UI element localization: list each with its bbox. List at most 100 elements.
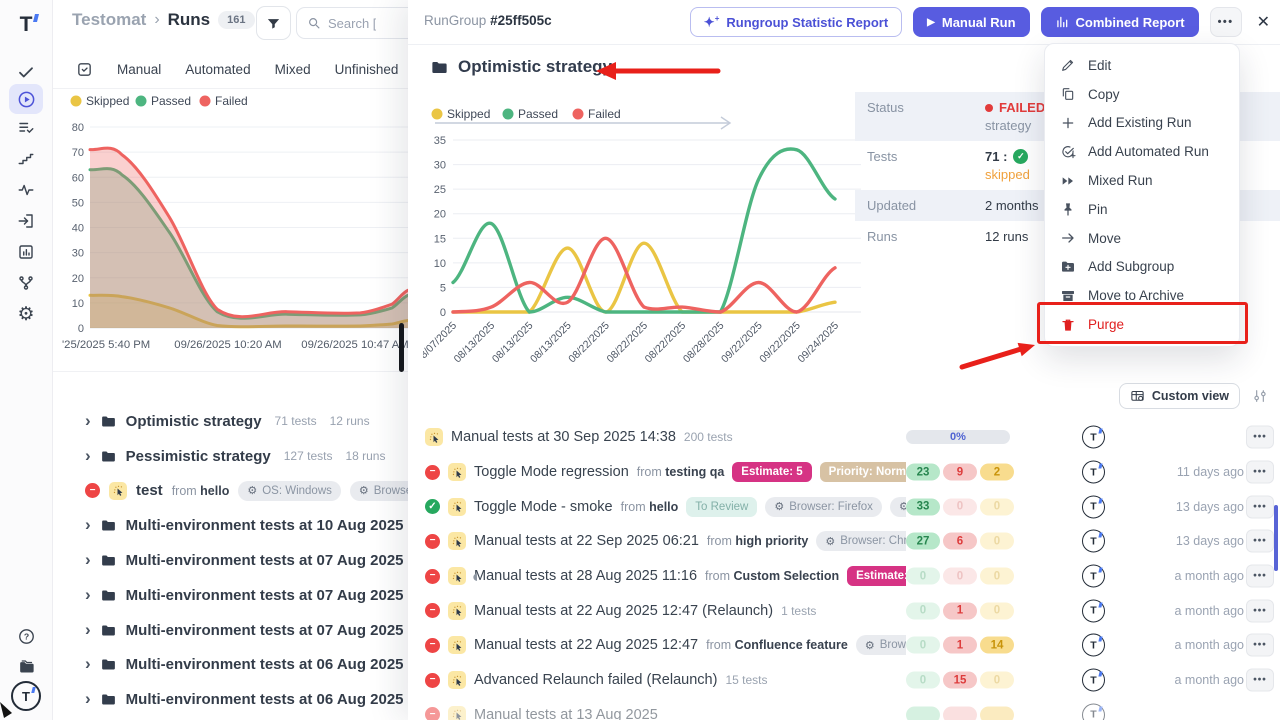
legend-dot-skipped <box>432 109 443 120</box>
combined-report-button[interactable]: Combined Report <box>1041 7 1199 37</box>
close-icon[interactable]: ✕ <box>1257 12 1270 32</box>
chevron-right-icon[interactable]: › <box>85 621 91 638</box>
run-row-main: ✓Toggle Mode - smokefrom helloTo Review⚙… <box>425 497 906 517</box>
run-row-main: −Toggle Mode regressionfrom testing qaEs… <box>425 462 906 482</box>
branches-icon[interactable] <box>9 269 43 297</box>
folder-row[interactable]: ›Multi-environment tests at 07 Aug 2025 … <box>52 613 408 648</box>
folder-row[interactable]: ›Pessimistic strategy127 tests18 runs <box>52 439 408 474</box>
tab-automated[interactable]: Automated <box>185 62 250 77</box>
menu-item-mixed-run[interactable]: Mixed Run <box>1045 166 1239 195</box>
y-tick-label: 60 <box>72 172 84 184</box>
count-pill-r: 15 <box>943 672 977 689</box>
steps-icon[interactable] <box>9 145 43 173</box>
folder-label: Multi-environment tests at 07 Aug 2025 1… <box>126 587 408 604</box>
chevron-right-icon[interactable]: › <box>85 655 91 672</box>
row-menu-button[interactable]: ••• <box>1246 565 1274 588</box>
manual-run-button[interactable]: ▶ Manual Run <box>913 7 1029 37</box>
tab-unfinished[interactable]: Unfinished <box>335 62 399 77</box>
chevron-right-icon[interactable]: › <box>85 551 91 568</box>
time-ago: a month ago <box>1175 673 1245 687</box>
run-row[interactable]: −Manual tests at 28 Aug 2025 11:16from C… <box>425 559 1274 594</box>
folder-row[interactable]: −testfrom hello⚙OS: Windows⚙Browser: Chr… <box>52 474 408 509</box>
run-row[interactable]: ◐Manual tests at 30 Sep 2025 14:38200 te… <box>425 420 1274 455</box>
legend-label: Failed <box>215 94 248 108</box>
settings-gear-icon[interactable]: ⚙ <box>9 300 43 328</box>
chevron-right-icon[interactable]: › <box>85 447 91 464</box>
menu-item-move[interactable]: Move <box>1045 224 1239 253</box>
more-options-button[interactable]: ••• <box>1210 7 1242 37</box>
row-menu-button[interactable]: ••• <box>1246 461 1274 484</box>
run-row-side: 0150Ta month ago••• <box>906 663 1274 698</box>
select-runs-icon[interactable] <box>76 61 93 78</box>
menu-item-edit[interactable]: Edit <box>1045 51 1239 80</box>
avatar: T <box>1082 565 1105 588</box>
import-icon[interactable] <box>9 207 43 235</box>
menu-item-move-to-archive[interactable]: Move to Archive <box>1045 281 1239 310</box>
chevron-right-icon[interactable]: › <box>85 412 91 429</box>
info-label: Runs <box>867 229 985 244</box>
count-pill-r: 1 <box>943 602 977 619</box>
row-menu-button[interactable]: ••• <box>1246 495 1274 518</box>
folder-row[interactable]: ›Optimistic strategy71 tests12 runs <box>52 404 408 439</box>
tab-mixed[interactable]: Mixed <box>275 62 311 77</box>
status-passed-icon: ✓ <box>425 499 440 514</box>
tab-manual[interactable]: Manual <box>117 62 161 77</box>
badge-env: ⚙Browser: Chrome <box>350 481 408 501</box>
menu-item-copy[interactable]: Copy <box>1045 80 1239 109</box>
menu-item-add-subgroup[interactable]: Add Subgroup <box>1045 253 1239 282</box>
tasks-check-icon[interactable] <box>9 58 43 86</box>
panel-scrollbar-thumb[interactable] <box>1274 505 1278 571</box>
y-tick-label: 10 <box>434 258 446 270</box>
manual-test-icon <box>448 532 466 550</box>
menu-item-purge[interactable]: Purge <box>1045 310 1239 339</box>
row-menu-button[interactable]: ••• <box>1246 599 1274 622</box>
folder-row[interactable]: › Multi-environment tests at 07 Aug 2025 … <box>52 578 408 613</box>
chevron-right-icon[interactable]: › <box>85 586 91 603</box>
menu-item-pin[interactable]: Pin <box>1045 195 1239 224</box>
status-failed-icon: − <box>425 534 440 549</box>
run-row[interactable]: −Manual tests at 22 Aug 2025 12:47from C… <box>425 628 1274 663</box>
menu-item-add-existing-run[interactable]: Add Existing Run <box>1045 109 1239 138</box>
count-pill-g <box>906 706 940 720</box>
row-menu-button[interactable]: ••• <box>1246 634 1274 657</box>
folder-label: Multi-environment tests at 06 Aug 2025 1… <box>126 691 408 708</box>
projects-folders-icon[interactable] <box>9 652 43 680</box>
sidebar: T ⚙ ? T <box>0 0 53 720</box>
run-row[interactable]: −Advanced Relaunch failed (Relaunch)15 t… <box>425 663 1274 698</box>
rungroup-statistic-report-button[interactable]: ✦+ Rungroup Statistic Report <box>690 7 902 37</box>
run-row[interactable]: −Manual tests at 22 Sep 2025 06:21from h… <box>425 524 1274 559</box>
report-chart-icon[interactable] <box>9 238 43 266</box>
sliders-icon[interactable] <box>1252 388 1268 404</box>
menu-item-add-automated-run[interactable]: Add Automated Run <box>1045 137 1239 166</box>
row-menu-button[interactable]: ••• <box>1246 530 1274 553</box>
search-input[interactable]: Search [ ✕ <box>296 7 408 39</box>
pulse-icon[interactable] <box>9 176 43 204</box>
page-scrollbar-thumb[interactable] <box>399 323 404 372</box>
gear-icon: ⚙ <box>899 500 906 513</box>
runs-play-icon[interactable] <box>9 84 43 114</box>
row-menu-button[interactable]: ••• <box>1246 426 1274 449</box>
folder-icon <box>100 517 117 534</box>
row-menu-button[interactable]: ••• <box>1246 669 1274 692</box>
run-row[interactable]: −Toggle Mode regressionfrom testing qaEs… <box>425 455 1274 490</box>
badge-env: ⚙OS: Windows <box>238 481 341 501</box>
breadcrumb-app[interactable]: Testomat <box>72 10 146 30</box>
custom-view-button[interactable]: Custom view <box>1119 383 1240 409</box>
folder-row[interactable]: ›Multi-environment tests at 10 Aug 2025 … <box>52 508 408 543</box>
run-row[interactable]: ✓Toggle Mode - smokefrom helloTo Review⚙… <box>425 489 1274 524</box>
test-list-icon[interactable] <box>9 114 43 142</box>
y-tick-label: 10 <box>72 298 84 310</box>
chevron-right-icon[interactable]: › <box>85 690 91 707</box>
folder-row[interactable]: ›Multi-environment tests at 07 Aug 2025 … <box>52 543 408 578</box>
help-icon[interactable]: ? <box>9 622 43 650</box>
run-row[interactable]: −Manual tests at 13 Aug 2025T <box>425 698 1274 720</box>
chevron-right-icon[interactable]: › <box>85 516 91 533</box>
profile-logo-icon[interactable]: T <box>9 682 43 710</box>
filter-button[interactable] <box>256 6 291 40</box>
count-pill-y <box>980 706 1014 720</box>
manual-test-icon <box>425 428 443 446</box>
folder-row[interactable]: › Multi-environment tests at 06 Aug 2025 … <box>52 682 408 717</box>
run-row[interactable]: −Manual tests at 22 Aug 2025 12:47 (Rela… <box>425 593 1274 628</box>
folder-row[interactable]: ›Multi-environment tests at 06 Aug 2025 … <box>52 648 408 683</box>
info-value-text: 12 runs <box>985 229 1028 244</box>
